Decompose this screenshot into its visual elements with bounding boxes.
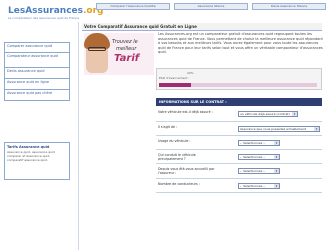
form-label-assureur: Depuis vous été-vous accueilli par l'ass… bbox=[158, 167, 215, 175]
sidebar-box-text: Assurance quid, assurance quid comparer … bbox=[7, 150, 55, 162]
form-row-usage: Usage du véhicule : -- Sélectionnez -- ▾ bbox=[156, 137, 322, 150]
form-label-assure: Votre véhicule est-il déjà assuré : bbox=[158, 110, 213, 114]
form-row-assure: Votre véhicule est-il déjà assuré : un v… bbox=[156, 108, 322, 122]
select-nombre[interactable]: -- Sélectionnez -- ▾ bbox=[238, 183, 280, 189]
sidebar-box-title: Tarifs Assurance quid bbox=[7, 145, 50, 149]
select-assure[interactable]: un véhicule déjà assuré (contrat) ▾ bbox=[238, 111, 298, 117]
chevron-down-icon: ▾ bbox=[274, 141, 279, 145]
form-label-usage: Usage du véhicule : bbox=[158, 139, 191, 143]
chevron-down-icon: ▾ bbox=[314, 127, 319, 131]
form-row-assureur: Depuis vous été-vous accueilli par l'ass… bbox=[156, 165, 322, 179]
top-navigation: Comparer l'Assurance Quotite Assurance S… bbox=[96, 3, 326, 13]
page-title: Votre Comparatif Assurance quid Gratuit … bbox=[82, 23, 322, 31]
form-row-conducteur: Qui conduit le véhicule principalement ?… bbox=[156, 151, 322, 164]
sidebar-tarifs-box: Tarifs Assurance quid Assurance quid, as… bbox=[4, 142, 70, 180]
select-assure-value: un véhicule déjà assuré (contrat) bbox=[240, 112, 290, 116]
form-row-type: Il s'agit de : Assurance que vous posséd… bbox=[156, 123, 322, 136]
sidebar-item-devis[interactable]: Devis assurance quid bbox=[4, 68, 70, 79]
form-row-nombre: Nombre de conducteurs : -- Sélectionnez … bbox=[156, 180, 322, 193]
hero-glasses-shape bbox=[88, 47, 106, 51]
logo-name: LesAssurances bbox=[8, 6, 83, 16]
chevron-down-icon: ▾ bbox=[274, 184, 279, 188]
chevron-down-icon: ▾ bbox=[274, 169, 279, 173]
form-label-nombre: Nombre de conducteurs : bbox=[158, 182, 200, 186]
select-assureur[interactable]: -- Sélectionnez -- ▾ bbox=[238, 168, 280, 174]
site-tagline: Le comparateur des assurances quid de Fr… bbox=[8, 16, 80, 20]
form-label-type: Il s'agit de : bbox=[158, 125, 178, 129]
topnav-item-devis[interactable]: Devis Assurance Stance bbox=[252, 3, 326, 10]
progress-panel: 20% Etat d'avancement : bbox=[156, 68, 322, 90]
select-usage-value: -- Sélectionnez -- bbox=[240, 141, 266, 145]
intro-text: Les Assurances.org est un comparateur gr… bbox=[158, 32, 323, 54]
select-usage[interactable]: -- Sélectionnez -- ▾ bbox=[238, 140, 280, 146]
hero-line-3: Tarif bbox=[114, 53, 140, 64]
sidebar-item-en-ligne[interactable]: Assurance quid en ligne bbox=[4, 79, 70, 90]
progress-bar-fill bbox=[159, 83, 191, 87]
select-nombre-value: -- Sélectionnez -- bbox=[240, 184, 266, 188]
hero-line-2: meilleur bbox=[116, 46, 137, 52]
topnav-item-assurance[interactable]: Assurance Stance bbox=[174, 3, 248, 10]
form-label-conducteur: Qui conduit le véhicule principalement ? bbox=[158, 153, 196, 161]
sidebar-item-pas-chere[interactable]: Assurance quid pas chère bbox=[4, 90, 70, 101]
page: LesAssurances.org Le comparateur des ass… bbox=[0, 0, 336, 252]
progress-percent: 20% bbox=[187, 71, 194, 75]
select-conducteur-value: -- Sélectionnez -- bbox=[240, 155, 266, 159]
sidebar-item-comparateur[interactable]: Comparateur assurance quid bbox=[4, 53, 70, 68]
topnav-item-comparer[interactable]: Comparer l'Assurance Quotite bbox=[96, 3, 170, 10]
form-section-header: INFORMATIONS SUR LE CONTRAT : bbox=[156, 98, 322, 106]
progress-bar bbox=[159, 83, 317, 87]
select-type[interactable]: Assurance que vous possédez actuellement… bbox=[238, 126, 320, 132]
chevron-down-icon: ▾ bbox=[274, 155, 279, 159]
site-logo[interactable]: LesAssurances.org bbox=[8, 6, 103, 16]
sidebar-menu: Comparer assurance quid Comparateur assu… bbox=[4, 42, 70, 101]
hero-line-1: Trouvez le bbox=[112, 39, 138, 45]
progress-label: Etat d'avancement : bbox=[159, 76, 190, 80]
select-conducteur[interactable]: -- Sélectionnez -- ▾ bbox=[238, 154, 280, 160]
sidebar-item-comparer[interactable]: Comparer assurance quid bbox=[4, 42, 70, 53]
chevron-down-icon: ▾ bbox=[292, 112, 297, 116]
select-assureur-value: -- Sélectionnez -- bbox=[240, 169, 266, 173]
hero-banner: Trouvez le meilleur Tarif bbox=[84, 33, 154, 75]
select-type-value: Assurance que vous possédez actuellement bbox=[240, 127, 306, 131]
column-divider bbox=[78, 22, 79, 250]
